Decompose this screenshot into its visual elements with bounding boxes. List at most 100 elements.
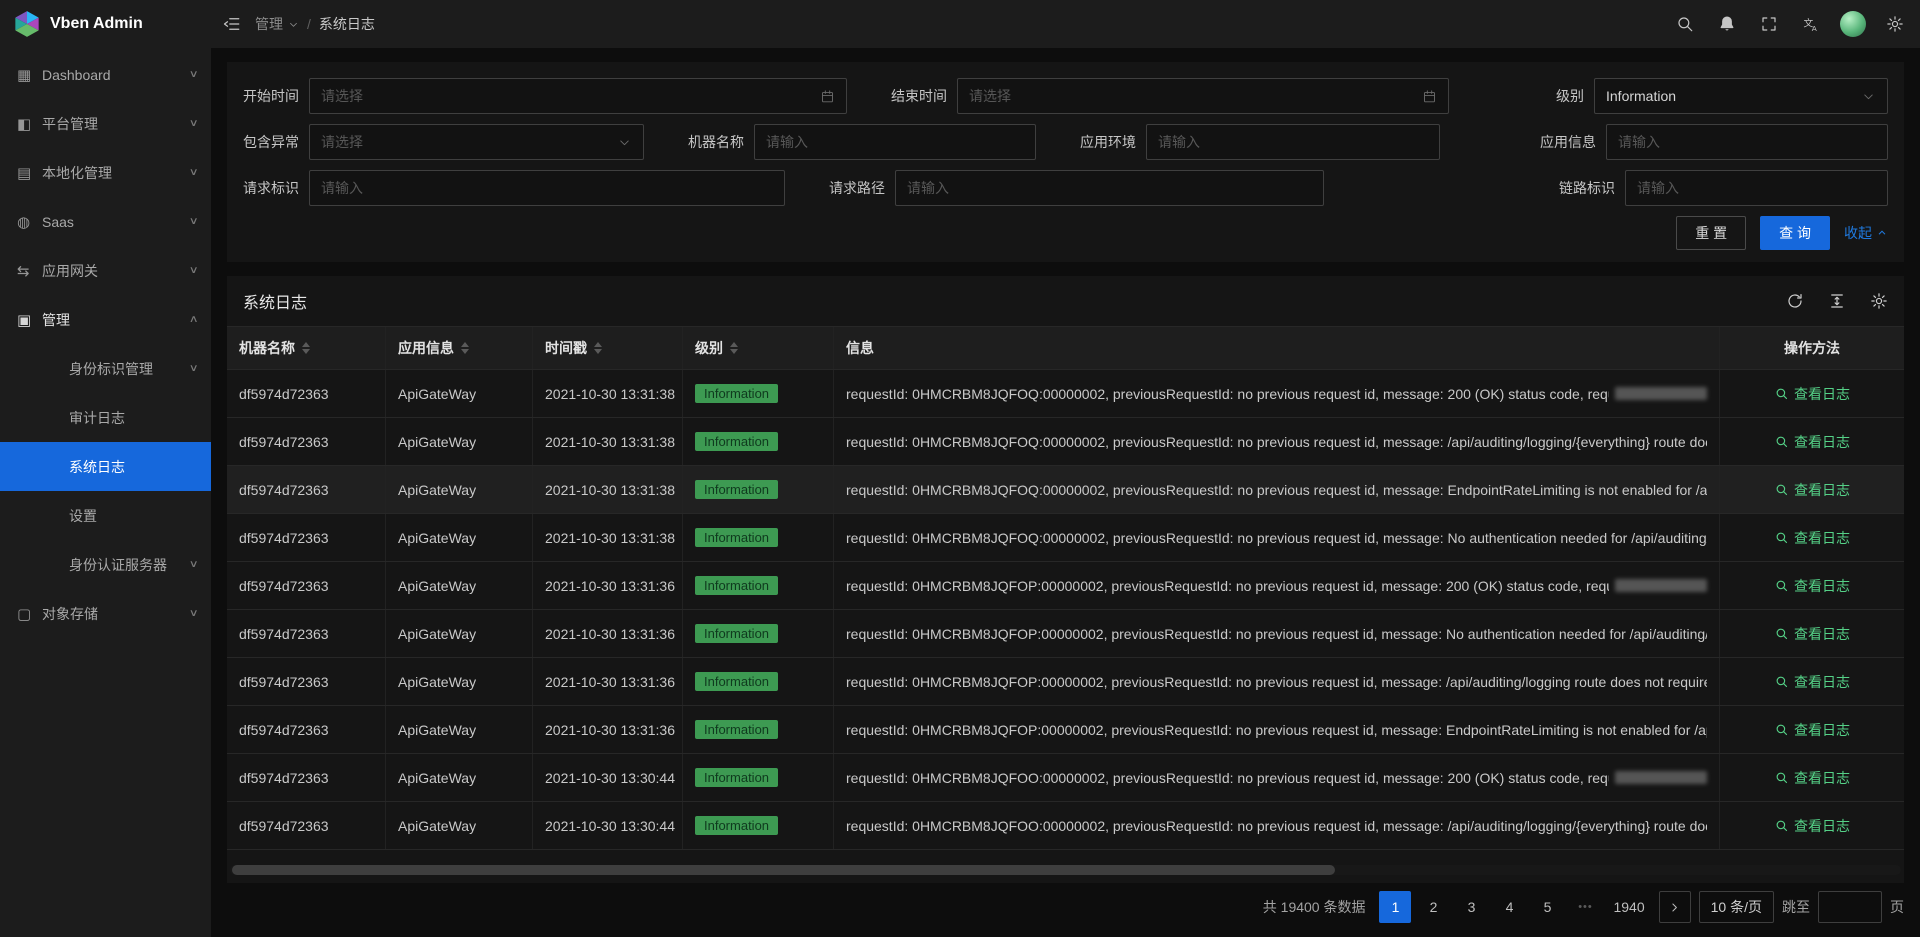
fullscreen-icon[interactable]	[1748, 0, 1790, 48]
table-row: df5974d72363 ApiGateWay 2021-10-30 13:31…	[227, 466, 1904, 514]
table-column-header[interactable]: 机器名称	[227, 327, 386, 369]
cell-level: Information	[683, 466, 834, 513]
sort-icon[interactable]	[730, 342, 738, 354]
sidebar-item-saas[interactable]: ◍ Saas ∨	[0, 197, 211, 246]
menu-item-label: Saas	[42, 214, 190, 230]
end-time-picker[interactable]	[957, 78, 1449, 114]
sidebar-item-dashboard[interactable]: ▦ Dashboard ∨	[0, 50, 211, 99]
logo[interactable]: Vben Admin	[0, 0, 211, 48]
notification-bell-icon[interactable]	[1706, 0, 1748, 48]
jump-page-input[interactable]	[1818, 891, 1882, 923]
horizontal-scrollbar[interactable]	[230, 865, 1901, 875]
sort-icon[interactable]	[594, 342, 602, 354]
page-size-select[interactable]: 10 条/页	[1699, 891, 1774, 923]
table-column-header: 信息	[834, 327, 1720, 369]
pagination: 共 19400 条数据 12345•••1940 10 条/页 跳至 页	[227, 891, 1904, 923]
filter-panel: 开始时间 结束时间 级别	[227, 62, 1904, 262]
filter-actions: 重 置 查 询 收起	[243, 216, 1888, 250]
end-time-input[interactable]	[969, 88, 1414, 104]
view-log-button[interactable]: 查看日志	[1774, 720, 1850, 740]
view-log-button[interactable]: 查看日志	[1774, 672, 1850, 692]
translate-icon[interactable]: 文A	[1790, 0, 1832, 48]
view-log-button[interactable]: 查看日志	[1774, 384, 1850, 404]
reset-button[interactable]: 重 置	[1676, 216, 1746, 250]
search-button[interactable]: 查 询	[1760, 216, 1830, 250]
pagination-page-4[interactable]: 4	[1493, 891, 1525, 923]
cell-message-text: requestId: 0HMCRBM8JQFOO:00000002, previ…	[846, 818, 1707, 834]
menu-fold-icon[interactable]	[211, 0, 253, 48]
cell-timestamp: 2021-10-30 13:31:36	[533, 706, 683, 753]
trace-id-box[interactable]	[1625, 170, 1888, 206]
request-path-box[interactable]	[895, 170, 1324, 206]
sidebar-item-object-storage[interactable]: ▢ 对象存储 ∨	[0, 589, 211, 638]
user-avatar[interactable]	[1832, 0, 1874, 48]
view-log-button[interactable]: 查看日志	[1774, 576, 1850, 596]
redacted-blur	[1615, 387, 1707, 400]
pagination-page-1[interactable]: 1	[1379, 891, 1411, 923]
pagination-page-2[interactable]: 2	[1417, 891, 1449, 923]
menu-item-icon: ▢	[17, 605, 42, 623]
sidebar-item-localization-management[interactable]: ▤ 本地化管理 ∨	[0, 148, 211, 197]
view-log-label: 查看日志	[1794, 384, 1850, 404]
start-time-input[interactable]	[321, 88, 812, 104]
app-env-input[interactable]	[1158, 134, 1428, 150]
refresh-icon[interactable]	[1786, 292, 1804, 310]
pagination-page-1940[interactable]: 1940	[1607, 891, 1650, 923]
scrollbar-thumb[interactable]	[232, 865, 1335, 875]
start-time-picker[interactable]	[309, 78, 847, 114]
sidebar-item-settings[interactable]: 设置	[0, 491, 211, 540]
collapse-toggle[interactable]: 收起	[1844, 223, 1888, 243]
sidebar-item-audit-logs[interactable]: 审计日志	[0, 393, 211, 442]
sidebar-item-management[interactable]: ▣ 管理 ∧	[0, 295, 211, 344]
magnifier-icon	[1774, 674, 1789, 689]
request-path-input[interactable]	[907, 180, 1312, 196]
trace-id-input[interactable]	[1637, 180, 1876, 196]
cell-message-text: requestId: 0HMCRBM8JQFOP:00000002, previ…	[846, 722, 1707, 738]
cell-message: requestId: 0HMCRBM8JQFOQ:00000002, previ…	[834, 418, 1720, 465]
view-log-button[interactable]: 查看日志	[1774, 480, 1850, 500]
request-id-box[interactable]	[309, 170, 785, 206]
sidebar-item-app-gateway[interactable]: ⇆ 应用网关 ∨	[0, 246, 211, 295]
cell-message: requestId: 0HMCRBM8JQFOO:00000002, previ…	[834, 754, 1720, 801]
search-icon[interactable]	[1664, 0, 1706, 48]
chevron-icon: ∨	[188, 363, 198, 374]
sidebar-item-system-logs[interactable]: 系统日志	[0, 442, 211, 491]
view-log-button[interactable]: 查看日志	[1774, 624, 1850, 644]
sort-icon[interactable]	[461, 342, 469, 354]
table-column-header[interactable]: 应用信息	[386, 327, 533, 369]
table-column-header[interactable]: 级别	[683, 327, 834, 369]
breadcrumb-parent[interactable]: 管理	[255, 14, 299, 34]
include-exception-select[interactable]: 请选择	[309, 124, 644, 160]
table-column-header[interactable]: 时间戳	[533, 327, 683, 369]
app-info-input[interactable]	[1618, 134, 1876, 150]
sidebar-item-platform-management[interactable]: ◧ 平台管理 ∨	[0, 99, 211, 148]
pagination-pages: 12345•••1940	[1379, 891, 1650, 923]
table-row: df5974d72363 ApiGateWay 2021-10-30 13:31…	[227, 370, 1904, 418]
menu-item-icon: ◧	[17, 115, 42, 133]
cell-message-text: requestId: 0HMCRBM8JQFOP:00000002, previ…	[846, 578, 1609, 594]
sidebar-item-auth-server[interactable]: 身份认证服务器 ∨	[0, 540, 211, 589]
cell-message: requestId: 0HMCRBM8JQFOQ:00000002, previ…	[834, 514, 1720, 561]
log-table: 机器名称 应用信息 时间戳 级别 信息 操作方法 df5974d72363 Ap…	[227, 326, 1904, 883]
machine-name-box[interactable]	[754, 124, 1036, 160]
view-log-label: 查看日志	[1794, 672, 1850, 692]
main-area: 管理 / 系统日志 文A	[211, 0, 1920, 937]
request-id-input[interactable]	[321, 180, 773, 196]
pagination-page-5[interactable]: 5	[1531, 891, 1563, 923]
sort-icon[interactable]	[302, 342, 310, 354]
view-log-button[interactable]: 查看日志	[1774, 432, 1850, 452]
app-info-box[interactable]	[1606, 124, 1888, 160]
column-settings-icon[interactable]	[1870, 292, 1888, 310]
app-env-box[interactable]	[1146, 124, 1440, 160]
level-select[interactable]: Information	[1594, 78, 1888, 114]
next-page-button[interactable]	[1659, 891, 1691, 923]
sidebar-item-identity-management[interactable]: 身份标识管理 ∨	[0, 344, 211, 393]
cell-level: Information	[683, 562, 834, 609]
settings-gear-icon[interactable]	[1874, 0, 1916, 48]
pagination-page-3[interactable]: 3	[1455, 891, 1487, 923]
view-log-button[interactable]: 查看日志	[1774, 816, 1850, 836]
row-height-icon[interactable]	[1828, 292, 1846, 310]
view-log-button[interactable]: 查看日志	[1774, 528, 1850, 548]
machine-name-input[interactable]	[766, 134, 1024, 150]
view-log-button[interactable]: 查看日志	[1774, 768, 1850, 788]
